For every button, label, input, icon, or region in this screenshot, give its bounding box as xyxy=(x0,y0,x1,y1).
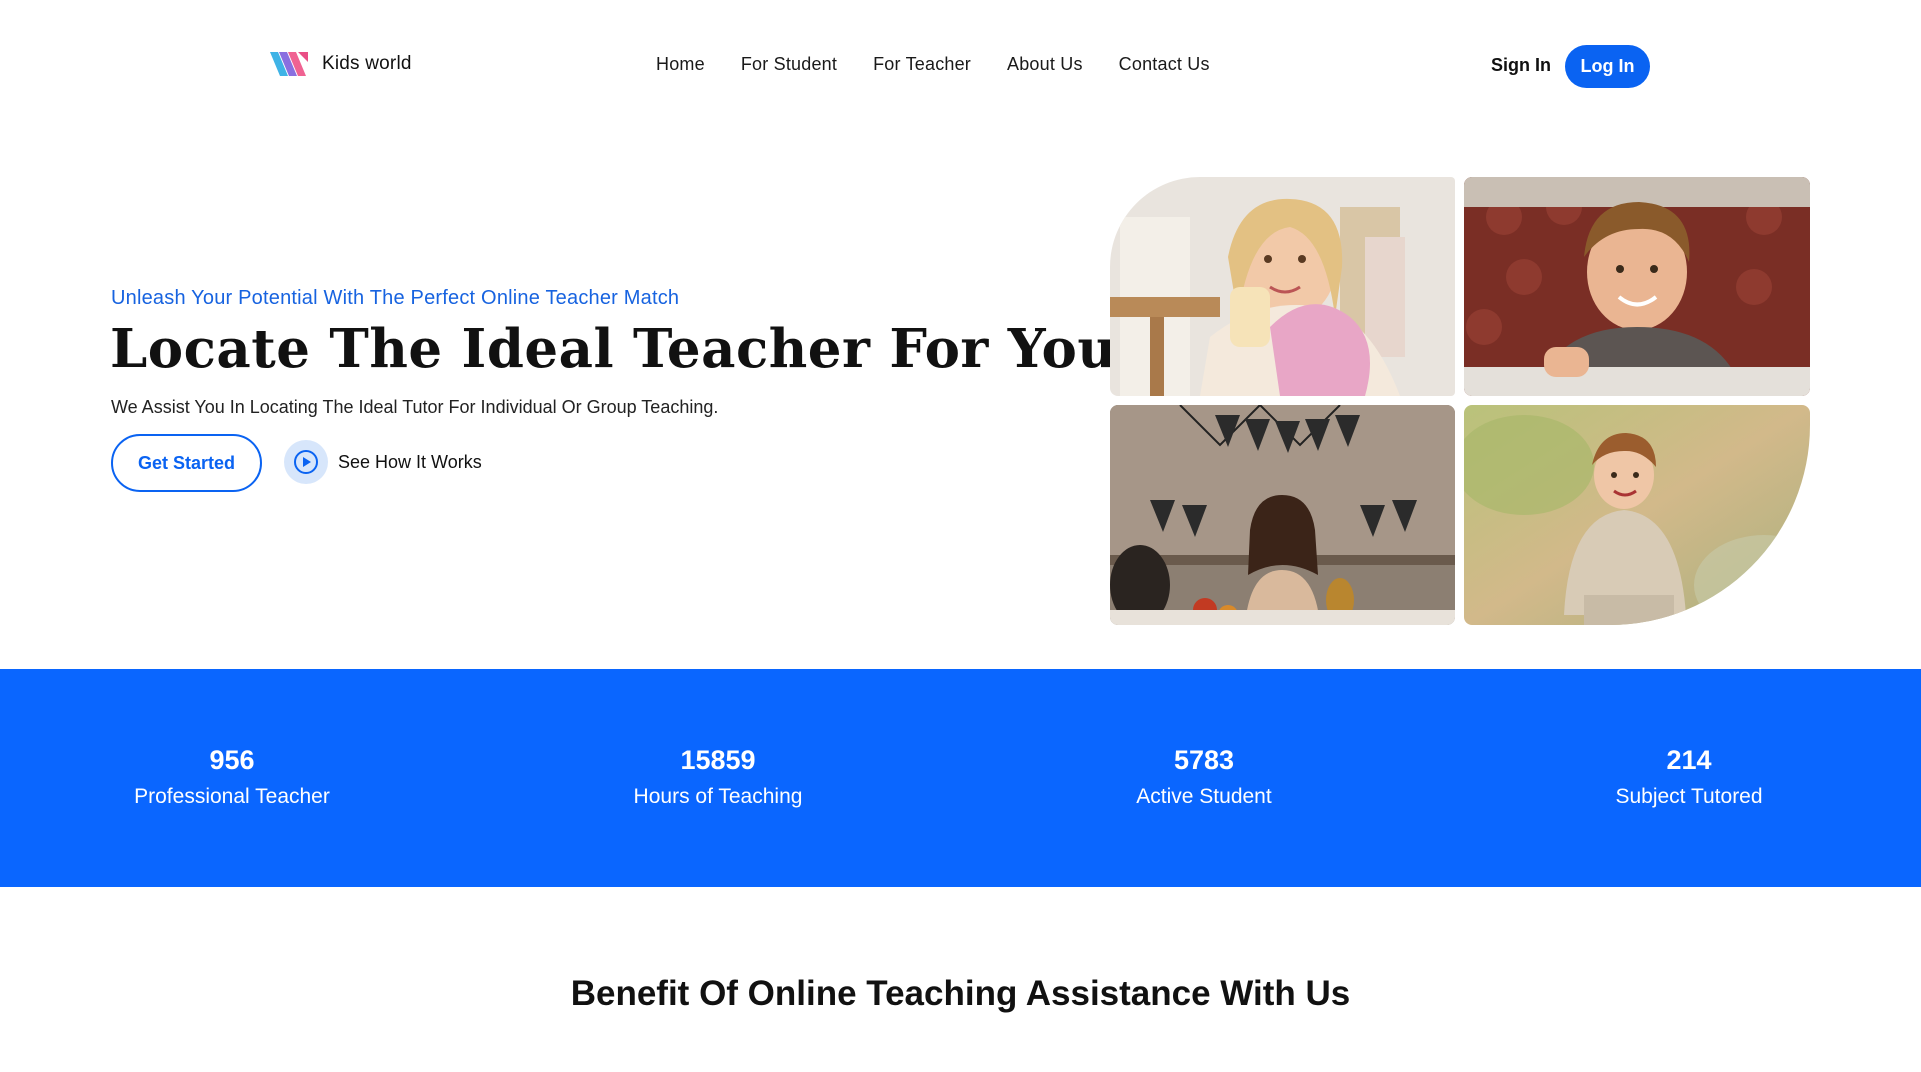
hero-tagline: Unleash Your Potential With The Perfect … xyxy=(111,287,680,309)
stats-band: 956 Professional Teacher 15859 Hours of … xyxy=(0,669,1921,887)
photo-birthday-girl xyxy=(1110,405,1455,625)
nav-for-teacher[interactable]: For Teacher xyxy=(873,54,971,75)
stat-label: Professional Teacher xyxy=(134,785,330,808)
nav-about-us[interactable]: About Us xyxy=(1007,54,1083,75)
brand-logo-icon xyxy=(270,52,308,76)
nav-contact-us[interactable]: Contact Us xyxy=(1119,54,1210,75)
sign-in-link[interactable]: Sign In xyxy=(1491,55,1551,76)
get-started-button[interactable]: Get Started xyxy=(111,434,262,492)
stat-value: 15859 xyxy=(680,745,756,775)
stat-label: Hours of Teaching xyxy=(633,785,803,808)
hero-title: Locate The Ideal Teacher For Your Kid xyxy=(110,318,1269,380)
stat-professional-teacher: 956 Professional Teacher xyxy=(72,745,392,809)
benefits-title: Benefit Of Online Teaching Assistance Wi… xyxy=(570,974,1351,1013)
nav-for-student[interactable]: For Student xyxy=(741,54,837,75)
see-how-it-works-label: See How It Works xyxy=(338,451,482,472)
stat-value: 214 xyxy=(1666,745,1712,775)
main-menu: Home For Student For Teacher About Us Co… xyxy=(656,54,1210,75)
nav-home[interactable]: Home xyxy=(656,54,705,75)
stat-value: 956 xyxy=(209,745,255,775)
top-nav: Kids world Home For Student For Teacher … xyxy=(0,0,1921,132)
stat-active-student: 5783 Active Student xyxy=(1044,745,1364,809)
hero-subtitle: We Assist You In Locating The Ideal Tuto… xyxy=(111,397,719,417)
stat-subject-tutored: 214 Subject Tutored xyxy=(1529,745,1849,809)
photo-boy-outdoors xyxy=(1464,405,1810,625)
see-how-it-works-button[interactable]: See How It Works xyxy=(284,440,482,484)
photo-girl-smiling xyxy=(1110,177,1455,396)
stat-hours-of-teaching: 15859 Hours of Teaching xyxy=(558,745,878,809)
brand-name: Kids world xyxy=(322,53,412,74)
stat-label: Active Student xyxy=(1136,785,1272,808)
photo-boy-writing xyxy=(1464,177,1810,396)
stat-value: 5783 xyxy=(1173,745,1235,775)
brand-logo[interactable]: Kids world xyxy=(270,52,412,76)
play-circle-icon xyxy=(284,440,328,484)
stat-label: Subject Tutored xyxy=(1615,785,1763,808)
log-in-button[interactable]: Log In xyxy=(1565,45,1650,88)
